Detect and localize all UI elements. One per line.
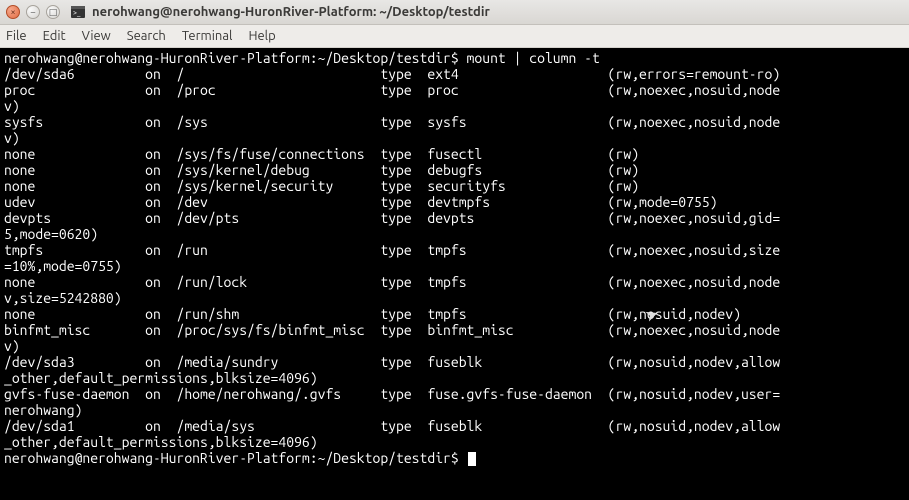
terminal-prompt: nerohwang@nerohwang-HuronRiver-Platform:… (4, 450, 467, 466)
menu-view[interactable]: View (74, 25, 119, 47)
terminal-cursor (468, 452, 476, 466)
terminal-icon: >_ (70, 4, 86, 20)
menubar: File Edit View Search Terminal Help (0, 25, 909, 48)
window-maximize-button[interactable]: □ (46, 5, 60, 19)
window-title: nerohwang@nerohwang-HuronRiver-Platform:… (92, 5, 490, 19)
window-close-button[interactable]: × (6, 5, 20, 19)
menu-terminal[interactable]: Terminal (174, 25, 241, 47)
window-minimize-button[interactable]: – (26, 5, 40, 19)
menu-edit[interactable]: Edit (35, 25, 74, 47)
window-controls: × – □ (6, 5, 60, 19)
menu-file[interactable]: File (0, 25, 35, 47)
svg-text:>_: >_ (73, 9, 81, 17)
terminal-viewport[interactable]: nerohwang@nerohwang-HuronRiver-Platform:… (0, 48, 909, 500)
window-titlebar: × – □ >_ nerohwang@nerohwang-HuronRiver-… (0, 0, 909, 25)
menu-help[interactable]: Help (240, 25, 283, 47)
menu-search[interactable]: Search (119, 25, 174, 47)
